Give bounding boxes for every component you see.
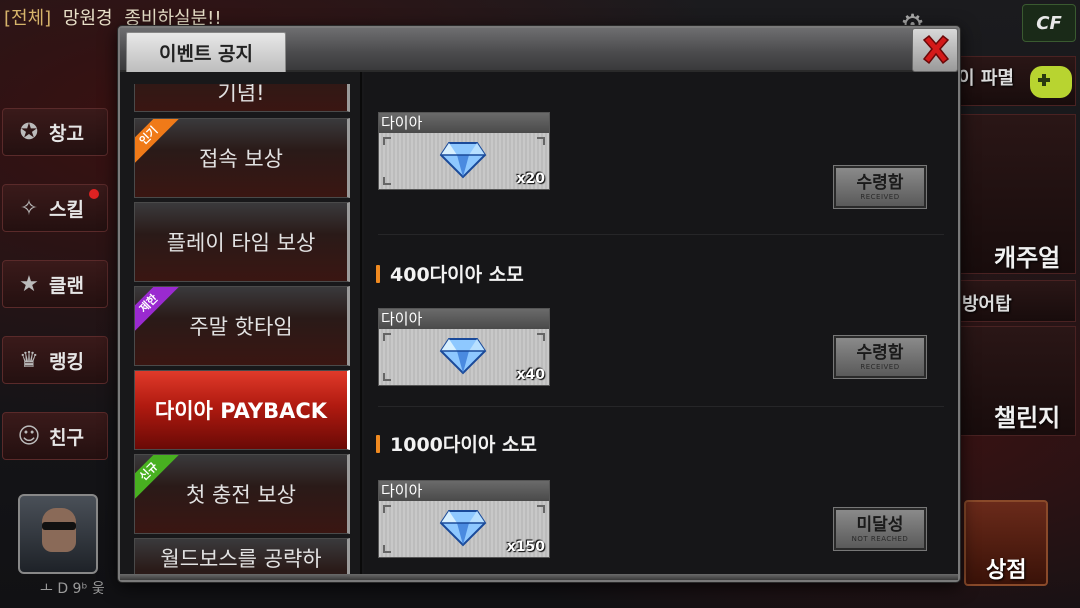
clan-icon: ★	[19, 271, 39, 297]
badge-text: 인기	[135, 119, 181, 165]
chat-name: 망원경	[62, 8, 113, 29]
nav-item-world-boss[interactable]: 월드보스를 공략하	[134, 538, 350, 574]
avatar-glasses	[42, 522, 76, 530]
nav-item-dia-payback[interactable]: 다이아 PAYBACK	[134, 370, 350, 450]
ranking-icon: ♛	[19, 347, 39, 373]
row-separator	[378, 406, 944, 407]
gamepad-icon[interactable]	[1030, 66, 1072, 98]
defense-label: 방어탑	[962, 294, 1012, 315]
casual-label: 캐주얼	[994, 244, 1061, 272]
nav-item-weekend-hottime[interactable]: 제한 주말 핫타임	[134, 286, 350, 366]
status-not-reached-button[interactable]: 미달성 NOT REACHED	[833, 507, 927, 551]
friends-icon: ☺	[17, 423, 41, 449]
status-received-button[interactable]: 수령함 RECEIVED	[833, 165, 927, 209]
nav-item-label: 플레이 타임 보상	[166, 231, 316, 255]
side-button-label: 랭킹	[49, 350, 84, 373]
nav-item-label: 다이아 PAYBACK	[154, 399, 328, 423]
event-notice-modal: 이벤트 공지 기념! 인기 접속 보상 플레이 타임 보상 제한 주말 핫타임 …	[118, 26, 960, 582]
badge-limited: 제한	[135, 287, 181, 333]
nav-item-anniversary[interactable]: 기념!	[134, 84, 350, 112]
skill-icon: ✧	[19, 195, 39, 221]
side-button-label: 클랜	[49, 274, 84, 297]
status-main: 미달성	[856, 515, 904, 535]
challenge-label: 챌린지	[994, 404, 1061, 432]
close-button[interactable]	[912, 28, 958, 72]
badge-text: 제한	[135, 287, 181, 333]
reward-card: 다이아 x150	[378, 480, 550, 558]
status-sub: NOT REACHED	[851, 535, 909, 543]
diamond-icon	[439, 338, 487, 375]
nav-item-playtime-reward[interactable]: 플레이 타임 보상	[134, 202, 350, 282]
status-sub: RECEIVED	[860, 193, 900, 201]
warehouse-icon: ✪	[19, 119, 39, 145]
reward-quantity: x150	[506, 539, 545, 555]
profile-status: ㅗ D 9ᵇ 웆	[40, 581, 105, 597]
side-button-label: 창고	[49, 122, 84, 145]
party-label: 이 파멸	[958, 68, 1014, 89]
reward-item-label: 다이아	[381, 114, 423, 132]
close-icon	[922, 34, 950, 65]
status-received-button[interactable]: 수령함 RECEIVED	[833, 335, 927, 379]
diamond-icon	[439, 510, 487, 547]
section-bar	[376, 434, 380, 453]
side-button-label: 스킬	[49, 198, 84, 221]
side-button-warehouse[interactable]: ✪ 창고	[2, 108, 108, 156]
badge-new: 신규	[135, 455, 181, 501]
divider	[360, 72, 362, 580]
avatar-face	[42, 508, 76, 552]
status-main: 수령함	[856, 173, 904, 193]
modal-header: 이벤트 공지	[120, 28, 958, 72]
side-button-label: 친구	[49, 426, 84, 449]
reward-quantity: x40	[516, 367, 545, 383]
notification-dot	[89, 189, 99, 199]
reward-card: 다이아 x40	[378, 308, 550, 386]
shop-label: 상점	[986, 558, 1027, 583]
badge-hot: 인기	[135, 119, 181, 165]
nav-item-first-charge[interactable]: 신규 첫 충전 보상	[134, 454, 350, 534]
chat-channel: [전체]	[4, 8, 52, 29]
diamond-icon	[439, 142, 487, 179]
nav-item-label: 주말 핫타임	[189, 315, 293, 339]
status-sub: RECEIVED	[860, 363, 900, 371]
event-nav-list[interactable]: 기념! 인기 접속 보상 플레이 타임 보상 제한 주말 핫타임 다이아 PAY…	[134, 84, 352, 574]
section-title-text: 400다이아 소모	[390, 264, 524, 286]
modal-footer	[120, 574, 958, 580]
nav-item-label: 접속 보상	[199, 147, 283, 171]
status-main: 수령함	[856, 343, 904, 363]
reward-content[interactable]: 다이아 x20 수령함 RECEIVED 400다이아 소모 다이아 x40 수…	[364, 72, 958, 580]
side-button-ranking[interactable]: ♛ 랭킹	[2, 336, 108, 384]
section-title: 1000다이아 소모	[376, 430, 537, 457]
section-title: 400다이아 소모	[376, 260, 524, 287]
reward-quantity: x20	[516, 171, 545, 187]
side-button-friends[interactable]: ☺ 친구	[2, 412, 108, 460]
nav-item-label: 월드보스를 공략하	[160, 547, 322, 571]
badge-text: 신규	[135, 455, 181, 501]
reward-item-label: 다이아	[381, 310, 423, 328]
section-bar	[376, 264, 380, 283]
side-button-clan[interactable]: ★ 클랜	[2, 260, 108, 308]
tab-event-notice[interactable]: 이벤트 공지	[126, 32, 286, 72]
nav-item-label: 기념!	[217, 84, 265, 105]
side-button-skill[interactable]: ✧ 스킬	[2, 184, 108, 232]
section-title-text: 1000다이아 소모	[390, 434, 537, 456]
row-separator	[378, 234, 944, 235]
reward-item-label: 다이아	[381, 482, 423, 500]
reward-card: 다이아 x20	[378, 112, 550, 190]
avatar[interactable]	[18, 494, 98, 574]
cf-logo-icon[interactable]: CF	[1022, 4, 1076, 42]
nav-item-label: 첫 충전 보상	[186, 483, 296, 507]
nav-item-login-reward[interactable]: 인기 접속 보상	[134, 118, 350, 198]
